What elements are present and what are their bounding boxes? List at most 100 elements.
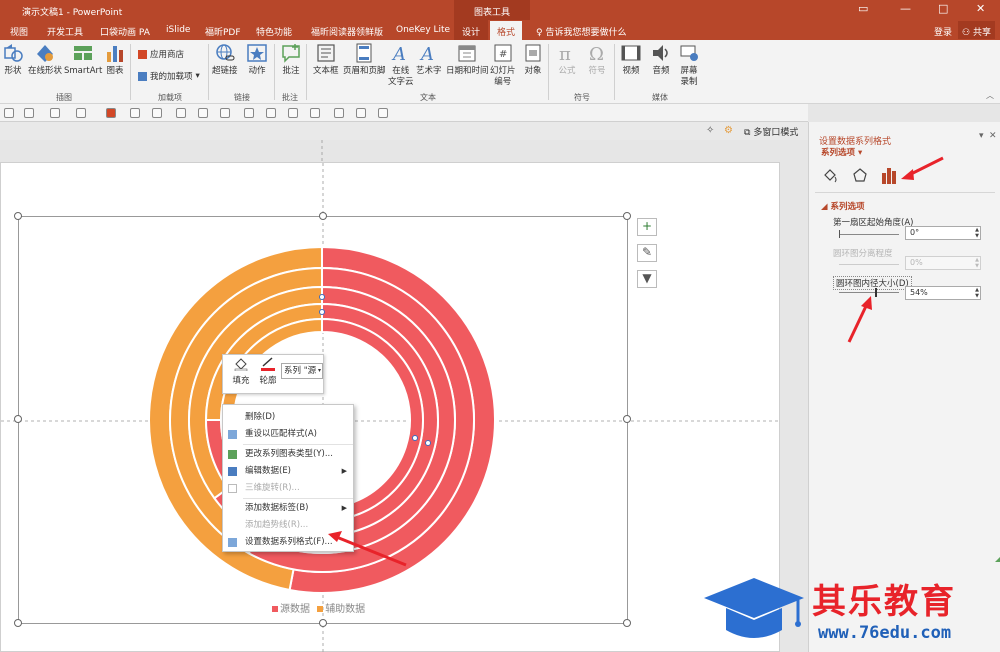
menu-item-3d-rotation[interactable]: 三维旋转(R)... <box>223 480 353 497</box>
toolbar-icon[interactable] <box>152 108 162 118</box>
menu-item-change-chart-type[interactable]: 更改系列图表类型(Y)... <box>223 446 353 463</box>
outline-button[interactable]: 轮廓 <box>256 357 280 386</box>
online-shapes-button[interactable]: 在线形状 <box>28 42 62 77</box>
resize-handle[interactable] <box>14 619 22 627</box>
fill-line-icon[interactable] <box>821 166 839 184</box>
tab-design[interactable]: 设计 <box>454 20 488 40</box>
toolbar-icon[interactable] <box>106 108 116 118</box>
fill-button[interactable]: 填充 <box>229 357 253 386</box>
hole-size-slider[interactable] <box>839 292 899 293</box>
spinner-arrows-icon[interactable]: ▲ ▼ <box>975 287 979 299</box>
date-time-label: 日期和时间 <box>446 66 489 76</box>
chart-button[interactable]: 图表 <box>104 42 126 77</box>
maximize-icon[interactable]: □ <box>938 2 948 15</box>
tab-onekey[interactable]: OneKey Lite <box>396 25 450 35</box>
series-options-icon[interactable] <box>879 165 899 185</box>
pane-options-icon[interactable]: ▾ <box>979 131 984 141</box>
menu-item-edit-data[interactable]: 编辑数据(E) ▶ <box>223 463 353 480</box>
resize-handle[interactable] <box>14 212 22 220</box>
toolbar-icon[interactable] <box>310 108 320 118</box>
video-label: 视频 <box>622 66 640 76</box>
chart-elements-button[interactable]: + <box>637 218 657 236</box>
menu-item-reset-style[interactable]: 重设以匹配样式(A) <box>223 426 353 443</box>
toolbar-icon[interactable] <box>130 108 140 118</box>
header-footer-label: 页眉和页脚 <box>343 66 386 76</box>
app-store-button[interactable]: 应用商店 <box>138 48 184 60</box>
spinner-arrows-icon[interactable]: ▲ ▼ <box>975 227 979 239</box>
tab-pocket-animation[interactable]: 口袋动画 PA <box>100 25 150 38</box>
explosion-input[interactable]: 0% ▲ ▼ <box>905 256 981 270</box>
tab-foxit-pdf[interactable]: 福昕PDF <box>205 25 241 38</box>
shapes-button[interactable]: 形状 <box>2 42 24 77</box>
spinner-arrows-icon[interactable]: ▲ ▼ <box>975 257 979 269</box>
series-selector[interactable]: 系列 "源 ▾ <box>281 363 323 379</box>
symbol-button[interactable]: Ω 符号 <box>586 42 608 77</box>
chart-styles-button[interactable]: ✎ <box>637 244 657 262</box>
comment-button[interactable]: 批注 <box>280 42 302 77</box>
pin-icon[interactable]: ✧ <box>706 125 714 136</box>
chart-legend[interactable]: 源数据 辅助数据 <box>272 600 365 615</box>
series-options-dropdown[interactable]: 系列选项 ▾ <box>821 146 862 158</box>
object-button[interactable]: 对象 <box>522 42 544 77</box>
audio-button[interactable]: 音频 <box>650 42 672 77</box>
chart-filters-button[interactable]: ▼ <box>637 270 657 288</box>
resize-grip-icon[interactable]: ◢ <box>995 554 1000 563</box>
pane-close-icon[interactable]: ✕ <box>989 131 997 141</box>
close-icon[interactable]: ✕ <box>976 2 985 15</box>
toolbar-icon[interactable] <box>356 108 366 118</box>
toolbar-icon[interactable] <box>288 108 298 118</box>
multi-window-button[interactable]: ⧉ 多窗口模式 <box>744 125 798 138</box>
wordart-button[interactable]: A 艺术字 <box>416 42 442 77</box>
tab-foxit-reader[interactable]: 福昕阅读器领鲜版 <box>311 25 383 38</box>
login-link[interactable]: 登录 <box>934 25 952 38</box>
resize-handle[interactable] <box>623 212 631 220</box>
textbox-button[interactable]: 文本框 <box>313 42 339 77</box>
resize-handle[interactable] <box>319 619 327 627</box>
word-cloud-button[interactable]: A 在线 文字云 <box>388 42 414 88</box>
first-slice-angle-slider[interactable] <box>839 234 899 235</box>
tab-developer[interactable]: 开发工具 <box>47 25 83 38</box>
video-button[interactable]: 视频 <box>620 42 642 77</box>
equation-button[interactable]: π 公式 <box>556 42 578 77</box>
effects-pentagon-icon[interactable] <box>851 166 869 184</box>
slide-number-button[interactable]: # 幻灯片 编号 <box>490 42 516 88</box>
header-footer-button[interactable]: 页眉和页脚 <box>343 42 386 77</box>
toolbar-icon[interactable] <box>334 108 344 118</box>
minimize-icon[interactable]: — <box>900 2 911 15</box>
tab-islide[interactable]: iSlide <box>166 25 190 35</box>
toolbar-icon[interactable] <box>244 108 254 118</box>
toolbar-icon[interactable] <box>220 108 230 118</box>
hole-size-input[interactable]: 54% ▲ ▼ <box>905 286 981 300</box>
share-button[interactable]: ⚇ 共享 <box>958 21 995 39</box>
tab-format[interactable]: 格式 <box>490 21 523 40</box>
tab-features[interactable]: 特色功能 <box>256 25 292 38</box>
tell-me-search[interactable]: ♀ 告诉我您想要做什么 <box>536 25 626 38</box>
toolbar-icon[interactable] <box>198 108 208 118</box>
my-addins-button[interactable]: 我的加载项 ▾ <box>138 70 200 82</box>
toolbar-icon[interactable] <box>24 108 34 118</box>
resize-handle[interactable] <box>623 415 631 423</box>
toolbar-icon[interactable] <box>76 108 86 118</box>
toolbar-icon[interactable] <box>4 108 14 118</box>
explosion-slider[interactable] <box>839 264 899 265</box>
restore-ribbon-icon[interactable]: ▭ <box>858 2 868 15</box>
first-slice-angle-input[interactable]: 0° ▲ ▼ <box>905 226 981 240</box>
series-options-section[interactable]: ◢ 系列选项 <box>821 200 865 212</box>
action-button[interactable]: 动作 <box>246 42 268 77</box>
resize-handle[interactable] <box>14 415 22 423</box>
toolbar-icon[interactable] <box>176 108 186 118</box>
tab-view[interactable]: 视图 <box>10 25 28 38</box>
resize-handle[interactable] <box>319 212 327 220</box>
toolbar-icon[interactable] <box>50 108 60 118</box>
date-time-button[interactable]: 日期和时间 <box>446 42 489 77</box>
slider-thumb[interactable] <box>839 230 840 238</box>
collapse-ribbon-icon[interactable]: ︿ <box>986 90 994 101</box>
smartart-button[interactable]: SmartArt <box>64 42 102 77</box>
toolbar-icon[interactable] <box>378 108 388 118</box>
toolbar-icon[interactable] <box>266 108 276 118</box>
resize-handle[interactable] <box>623 619 631 627</box>
gear-icon[interactable]: ⚙ <box>724 125 733 136</box>
menu-item-delete[interactable]: 删除(D) <box>223 409 353 426</box>
screen-recording-button[interactable]: 屏幕 录制 <box>678 42 700 88</box>
hyperlink-button[interactable]: 超链接 <box>212 42 238 77</box>
